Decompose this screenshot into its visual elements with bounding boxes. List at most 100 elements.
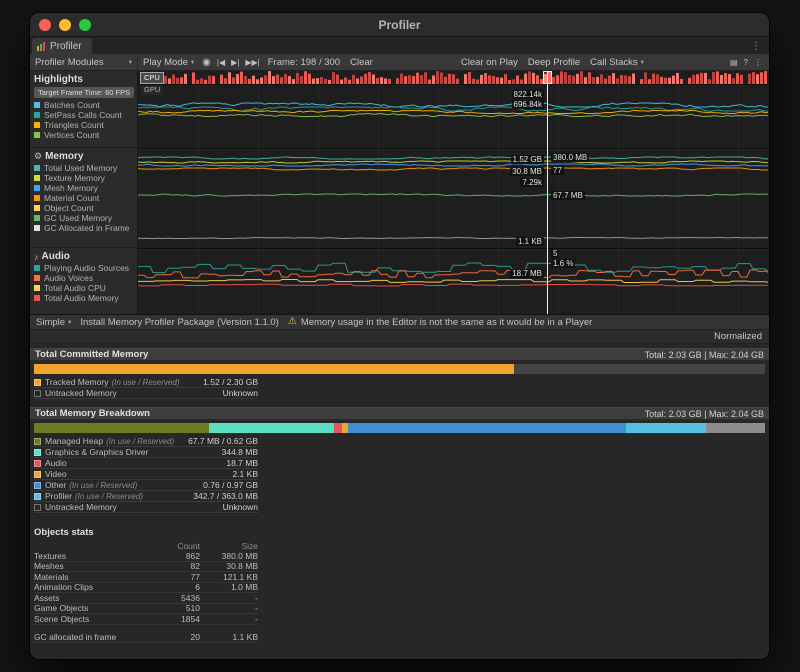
legend-item-gc-allocated-in-frame[interactable]: GC Allocated in Frame: [30, 223, 137, 233]
record-button[interactable]: ◉: [199, 54, 214, 70]
warning-text: Memory usage in the Editor is not the sa…: [301, 317, 592, 328]
memory-breakdown-bar: [34, 423, 765, 433]
memory-detail-pane: Total Committed Memory Total: 2.03 GB | …: [30, 344, 769, 659]
legend-item-object-count[interactable]: Object Count: [30, 203, 137, 213]
memory-bar-segment: [334, 423, 343, 433]
chart-value-label: 696.84k: [512, 100, 544, 109]
legend-item-total-used-memory[interactable]: Total Used Memory: [30, 163, 137, 173]
legend-label: Material Count: [44, 193, 99, 203]
section-title: Total Committed Memory: [35, 349, 148, 360]
chart-value-label: 1.1 KB: [516, 237, 544, 246]
row-size: -: [200, 593, 258, 603]
clear-on-play-button[interactable]: Clear on Play: [456, 54, 523, 70]
clear-button[interactable]: Clear: [345, 54, 378, 70]
chevron-down-icon: ▾: [191, 58, 194, 66]
chart-value-label: 1.52 GB: [511, 155, 544, 164]
legend-row-video: Video 2.1 KB: [34, 469, 258, 480]
module-header-memory[interactable]: ⚙ Memory: [30, 148, 137, 163]
series-color-swatch: [34, 275, 40, 281]
row-label: Textures: [34, 551, 154, 561]
objects-stats-header: Count Size: [34, 541, 258, 551]
legend-item-mesh-memory[interactable]: Mesh Memory: [30, 183, 137, 193]
legend-row-graphics: Graphics & Graphics Driver 344.8 MB: [34, 447, 258, 458]
memory-breakdown-header: Total Memory Breakdown Total: 2.03 GB | …: [30, 407, 769, 420]
deep-profile-button[interactable]: Deep Profile: [523, 54, 585, 70]
chart-series-line: [138, 270, 768, 278]
chart-series-line: [138, 194, 768, 196]
table-row-materials: Materials 77 121.1 KB: [34, 572, 258, 583]
gpu-target-label[interactable]: GPU: [141, 85, 163, 95]
detail-view-label: Simple: [36, 317, 65, 328]
module-section-highlights: Highlights Target Frame Time: 60 FPS Bat…: [30, 71, 137, 148]
legend-note: (In use / Reserved): [75, 492, 143, 501]
main-toolbar: Profiler Modules ▾ Play Mode ▾ ◉ |◀ ▶| ▶…: [30, 54, 769, 71]
profiler-chart-area[interactable]: CPU GPU 822.14k696.84k1.52 GB30.8 MB7.29…: [138, 71, 769, 314]
legend-item-batches-count[interactable]: Batches Count: [30, 100, 137, 110]
module-title: Audio: [42, 251, 70, 262]
tab-profiler[interactable]: Profiler: [32, 38, 92, 54]
selected-frame-marker[interactable]: [543, 71, 552, 84]
chart-value-label: 1.6 %: [551, 259, 575, 268]
legend-item-total-audio-memory[interactable]: Total Audio Memory: [30, 293, 137, 303]
chart-value-label: 822.14k: [512, 90, 544, 99]
legend-item-texture-memory[interactable]: Texture Memory: [30, 173, 137, 183]
legend-item-material-count[interactable]: Material Count: [30, 193, 137, 203]
detail-view-dropdown[interactable]: Simple ▾: [36, 317, 71, 328]
module-title: Highlights: [34, 74, 83, 85]
legend-item-vertices-count[interactable]: Vertices Count: [30, 130, 137, 140]
play-mode-dropdown[interactable]: Play Mode ▾: [138, 54, 199, 70]
legend-label: Profiler: [45, 491, 72, 501]
row-label: Materials: [34, 572, 154, 582]
row-label: GC allocated in frame: [34, 632, 154, 642]
row-label: Assets: [34, 593, 154, 603]
legend-label: Total Audio Memory: [44, 293, 119, 303]
chart-series-line: [138, 280, 768, 283]
profiler-charts-region: Highlights Target Frame Time: 60 FPS Bat…: [30, 71, 769, 315]
legend-item-playing-audio-sources[interactable]: Playing Audio Sources: [30, 263, 137, 273]
module-section-memory: ⚙ Memory Total Used Memory Texture Memor…: [30, 148, 137, 248]
memory-bar-segment: [209, 423, 333, 433]
profiler-modules-panel: Highlights Target Frame Time: 60 FPS Bat…: [30, 71, 138, 314]
legend-label: Batches Count: [44, 100, 100, 110]
legend-value: 2.1 KB: [232, 469, 258, 479]
module-header-audio[interactable]: ♪ Audio: [30, 248, 137, 263]
titlebar[interactable]: Profiler: [30, 13, 769, 37]
legend-value: Unknown: [223, 388, 258, 398]
record-icon: ◉: [202, 57, 211, 68]
series-color-swatch: [34, 102, 40, 108]
window-title: Profiler: [30, 13, 769, 37]
help-button[interactable]: ?: [741, 54, 751, 70]
cpu-target-label[interactable]: CPU: [140, 72, 164, 84]
chevron-down-icon: ▾: [68, 318, 71, 326]
legend-item-setpass-calls-count[interactable]: SetPass Calls Count: [30, 110, 137, 120]
layout-button[interactable]: ▤: [727, 54, 741, 70]
normalized-toggle[interactable]: Normalized: [714, 331, 762, 342]
chart-value-label: 5: [551, 249, 559, 258]
series-color-swatch: [34, 493, 41, 500]
legend-item-audio-voices[interactable]: Audio Voices: [30, 273, 137, 283]
prev-frame-button[interactable]: |◀: [214, 54, 228, 70]
series-color-swatch: [34, 390, 41, 397]
legend-item-gc-used-memory[interactable]: GC Used Memory: [30, 213, 137, 223]
target-frame-time-button[interactable]: Target Frame Time: 60 FPS: [34, 87, 134, 98]
current-frame-button[interactable]: ▶▶|: [242, 54, 262, 70]
next-frame-button[interactable]: ▶|: [228, 54, 242, 70]
install-memory-profiler-button[interactable]: Install Memory Profiler Package (Version…: [80, 317, 279, 328]
series-color-swatch: [34, 265, 40, 271]
toolbar-menu-button[interactable]: ⋮: [751, 54, 765, 70]
series-color-swatch: [34, 195, 40, 201]
chart-series-line: [138, 168, 768, 170]
profiler-modules-dropdown[interactable]: Profiler Modules ▾: [30, 54, 138, 70]
tab-menu-icon[interactable]: ⋮: [751, 41, 769, 54]
legend-label: Video: [45, 469, 67, 479]
call-stacks-dropdown[interactable]: Call Stacks ▾: [585, 54, 649, 70]
profiler-chart[interactable]: [138, 71, 768, 314]
legend-item-triangles-count[interactable]: Triangles Count: [30, 120, 137, 130]
detail-toolbar: Simple ▾ Install Memory Profiler Package…: [30, 315, 769, 330]
module-header-highlights[interactable]: Highlights: [30, 71, 137, 86]
current-frame-icon: ▶▶|: [245, 58, 259, 67]
section-totals: Total: 2.03 GB | Max: 2.04 GB: [645, 350, 764, 360]
playhead[interactable]: [547, 71, 548, 314]
legend-item-total-audio-cpu[interactable]: Total Audio CPU: [30, 283, 137, 293]
legend-value: 67.7 MB / 0.62 GB: [188, 436, 258, 446]
